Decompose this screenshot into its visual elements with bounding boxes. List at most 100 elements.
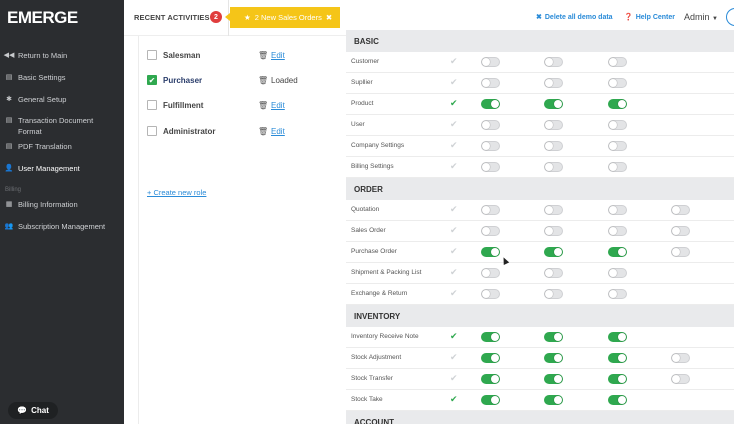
permission-toggle[interactable] bbox=[544, 247, 563, 257]
permission-toggle[interactable] bbox=[481, 268, 500, 278]
permission-toggle[interactable] bbox=[481, 395, 500, 405]
sidebar-item-subscription-management[interactable]: 👥 Subscription Management bbox=[0, 221, 124, 232]
sidebar-item-return-to-main[interactable]: ◀◀ Return to Main bbox=[0, 50, 124, 61]
profile-button[interactable] bbox=[726, 8, 734, 26]
permission-toggle[interactable] bbox=[608, 120, 627, 130]
permission-toggle[interactable] bbox=[608, 353, 627, 363]
sidebar-item-pdf-translation[interactable]: ▤ PDF Translation bbox=[0, 141, 124, 152]
role-row-administrator[interactable]: Administrator 🗑 Edit bbox=[147, 124, 347, 138]
permission-toggle[interactable] bbox=[481, 78, 500, 88]
sidebar-item-user-management[interactable]: 👤 User Management bbox=[0, 163, 124, 174]
check-icon[interactable]: ✔ bbox=[450, 140, 458, 151]
check-icon[interactable]: ✔ bbox=[450, 246, 458, 257]
role-row-purchaser[interactable]: ✔ Purchaser 🗑 Loaded bbox=[147, 73, 347, 87]
permission-toggle[interactable] bbox=[608, 57, 627, 67]
role-checkbox[interactable] bbox=[147, 126, 157, 136]
permission-toggle[interactable] bbox=[544, 226, 563, 236]
role-checkbox[interactable] bbox=[147, 100, 157, 110]
permission-toggle[interactable] bbox=[544, 332, 563, 342]
permission-toggle[interactable] bbox=[544, 99, 563, 109]
permission-toggle[interactable] bbox=[608, 247, 627, 257]
sidebar-item-transaction-document-format[interactable]: ▤ Transaction Document Format bbox=[0, 115, 124, 137]
permission-toggle[interactable] bbox=[544, 395, 563, 405]
check-icon[interactable]: ✔ bbox=[450, 288, 458, 299]
permission-toggle[interactable] bbox=[544, 57, 563, 67]
check-icon[interactable]: ✔ bbox=[450, 373, 458, 384]
role-checkbox[interactable]: ✔ bbox=[147, 75, 157, 85]
permission-toggle[interactable] bbox=[544, 141, 563, 151]
check-icon[interactable]: ✔ bbox=[450, 161, 458, 172]
trash-icon[interactable]: 🗑 bbox=[258, 101, 268, 110]
admin-menu[interactable]: Admin ▼ bbox=[684, 12, 718, 22]
permission-toggle[interactable] bbox=[481, 332, 500, 342]
permission-toggle[interactable] bbox=[544, 78, 563, 88]
permission-toggle[interactable] bbox=[544, 353, 563, 363]
check-icon[interactable]: ✔ bbox=[450, 119, 458, 130]
trash-icon[interactable]: 🗑 bbox=[258, 76, 268, 85]
permission-row: Quotation ✔ bbox=[346, 200, 734, 221]
recent-activities-tab[interactable]: RECENT ACTIVITIES bbox=[134, 13, 210, 22]
sidebar-item-basic-settings[interactable]: ▤ Basic Settings bbox=[0, 72, 124, 83]
check-icon[interactable]: ✔ bbox=[450, 225, 458, 236]
check-icon[interactable]: ✔ bbox=[450, 352, 458, 363]
check-icon[interactable]: ✔ bbox=[450, 394, 458, 405]
permission-toggle[interactable] bbox=[481, 374, 500, 384]
permission-toggle[interactable] bbox=[608, 374, 627, 384]
create-new-role-link[interactable]: + Create new role bbox=[147, 188, 206, 197]
permission-toggle[interactable] bbox=[481, 247, 500, 257]
role-edit-link[interactable]: Edit bbox=[271, 101, 285, 110]
permission-toggle[interactable] bbox=[608, 268, 627, 278]
permission-toggle[interactable] bbox=[608, 162, 627, 172]
close-icon[interactable]: ✖ bbox=[326, 13, 332, 22]
check-icon[interactable]: ✔ bbox=[450, 77, 458, 88]
permission-toggle[interactable] bbox=[608, 289, 627, 299]
check-icon[interactable]: ✔ bbox=[450, 331, 458, 342]
permission-toggle[interactable] bbox=[481, 99, 500, 109]
notification-pill[interactable]: ★ 2 New Sales Orders ✖ bbox=[224, 7, 341, 28]
check-icon[interactable]: ✔ bbox=[450, 56, 458, 67]
permission-toggle[interactable] bbox=[671, 205, 690, 215]
role-row-salesman[interactable]: Salesman 🗑 Edit bbox=[147, 48, 347, 62]
delete-demo-data-link[interactable]: ✖ Delete all demo data bbox=[536, 13, 613, 22]
role-edit-link[interactable]: Edit bbox=[271, 51, 285, 60]
check-icon[interactable]: ✔ bbox=[450, 98, 458, 109]
permission-toggle[interactable] bbox=[481, 162, 500, 172]
permission-toggle[interactable] bbox=[608, 226, 627, 236]
permission-toggle[interactable] bbox=[608, 141, 627, 151]
permission-toggle[interactable] bbox=[481, 120, 500, 130]
permission-toggle[interactable] bbox=[608, 99, 627, 109]
permission-toggle[interactable] bbox=[544, 289, 563, 299]
permission-toggle[interactable] bbox=[671, 374, 690, 384]
permission-toggle[interactable] bbox=[608, 205, 627, 215]
permission-toggle[interactable] bbox=[544, 374, 563, 384]
check-icon[interactable]: ✔ bbox=[450, 267, 458, 278]
check-icon[interactable]: ✔ bbox=[450, 204, 458, 215]
role-row-fulfillment[interactable]: Fulfillment 🗑 Edit bbox=[147, 98, 347, 112]
permission-toggle[interactable] bbox=[544, 162, 563, 172]
permission-toggle[interactable] bbox=[671, 226, 690, 236]
trash-icon[interactable]: 🗑 bbox=[258, 51, 268, 60]
permission-toggle[interactable] bbox=[671, 247, 690, 257]
sidebar-item-billing-information[interactable]: ▦ Billing Information bbox=[0, 199, 124, 210]
permission-toggle[interactable] bbox=[608, 395, 627, 405]
trash-icon[interactable]: 🗑 bbox=[258, 127, 268, 136]
permission-toggle[interactable] bbox=[544, 205, 563, 215]
permission-toggle[interactable] bbox=[481, 141, 500, 151]
permission-toggle[interactable] bbox=[544, 120, 563, 130]
permission-toggle[interactable] bbox=[608, 332, 627, 342]
permission-toggle[interactable] bbox=[481, 57, 500, 67]
permission-toggle[interactable] bbox=[544, 268, 563, 278]
permission-toggle[interactable] bbox=[481, 226, 500, 236]
chevron-down-icon: ▼ bbox=[712, 16, 718, 22]
permission-toggle[interactable] bbox=[481, 289, 500, 299]
role-edit-link[interactable]: Edit bbox=[271, 127, 285, 136]
permission-label: Stock Transfer bbox=[351, 375, 393, 382]
permission-toggle[interactable] bbox=[481, 205, 500, 215]
sidebar-item-general-setup[interactable]: ✱ General Setup bbox=[0, 94, 124, 105]
role-checkbox[interactable] bbox=[147, 50, 157, 60]
permission-toggle[interactable] bbox=[671, 353, 690, 363]
help-center-link[interactable]: ❓ Help Center bbox=[624, 13, 675, 22]
permission-toggle[interactable] bbox=[481, 353, 500, 363]
chat-button[interactable]: 💬 Chat bbox=[8, 402, 58, 419]
permission-toggle[interactable] bbox=[608, 78, 627, 88]
